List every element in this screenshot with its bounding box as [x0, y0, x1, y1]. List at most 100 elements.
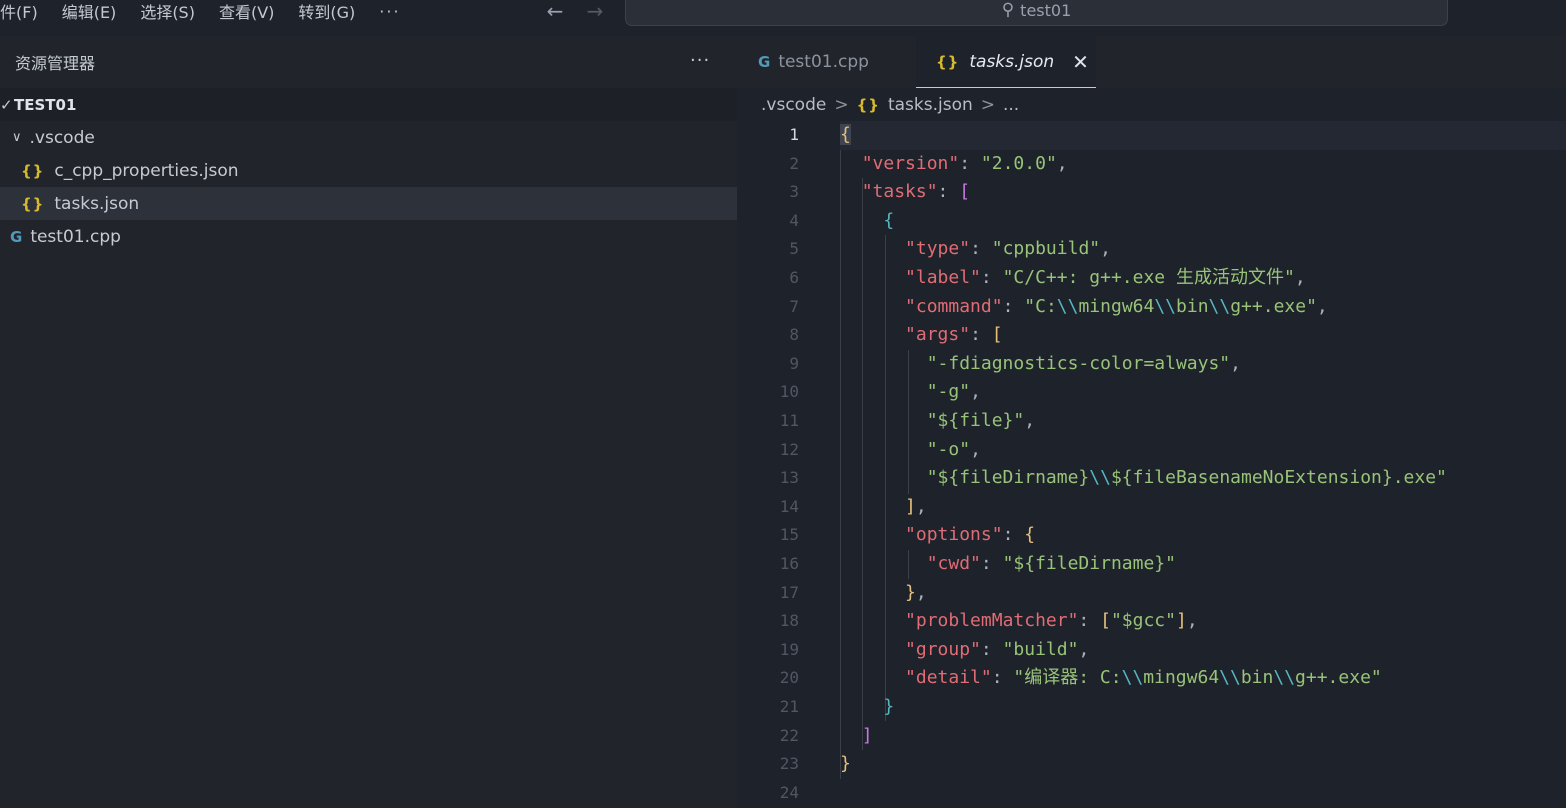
code-token: \\ [1154, 295, 1177, 317]
code-token: "2.0.0" [980, 152, 1057, 174]
code-line[interactable]: 18 "problemMatcher": ["$gcc"], [737, 607, 1566, 636]
code-line[interactable]: 21 } [737, 693, 1566, 722]
line-number: 11 [779, 411, 799, 430]
explorer-header: 资源管理器 ··· [0, 36, 737, 88]
line-number: 16 [779, 554, 799, 573]
code-token: : [1078, 610, 1101, 632]
explorer-title: 资源管理器 [15, 54, 96, 73]
code-text: "args": [ [840, 321, 1003, 350]
tree-item-label: tasks.json [54, 193, 140, 214]
code-line[interactable]: 2 "version": "2.0.0", [737, 150, 1566, 179]
code-token: [ [1100, 610, 1111, 632]
breadcrumb-symbol[interactable]: ... [1003, 95, 1019, 115]
line-number: 1 [789, 125, 799, 144]
code-token: "group" [905, 638, 981, 660]
code-line[interactable]: 15 "options": { [737, 521, 1566, 550]
line-number: 2 [789, 153, 799, 173]
code-line[interactable]: 22 ] [737, 722, 1566, 751]
command-center-search[interactable]: ⚲ test01 [625, 0, 1448, 26]
tree-item-test01-cpp[interactable]: G test01.cpp [0, 220, 737, 253]
menu-view[interactable]: 查看(V) [219, 0, 274, 23]
breadcrumb-folder[interactable]: .vscode [761, 95, 826, 115]
code-line[interactable]: 10 "-g", [737, 378, 1566, 407]
code-token: "cwd" [926, 553, 981, 574]
line-number: 3 [789, 182, 799, 202]
breadcrumb: .vscode > {} tasks.json > ... [737, 88, 1566, 121]
line-number: 14 [779, 496, 799, 516]
code-line[interactable]: 13 "${fileDirname}\\${fileBasenameNoExte… [737, 464, 1566, 493]
code-token: "tasks" [861, 181, 938, 203]
code-line[interactable]: 3 "tasks": [ [737, 178, 1566, 207]
code-text: "cwd": "${fileDirname}" [840, 550, 1176, 579]
code-token: , [915, 581, 927, 603]
json-file-icon: {} [936, 52, 960, 71]
code-line[interactable]: 16 "cwd": "${fileDirname}" [737, 550, 1566, 579]
code-line[interactable]: 20 "detail": "编译器: C:\\mingw64\\bin\\g++… [737, 664, 1566, 693]
breadcrumb-file[interactable]: tasks.json [888, 95, 973, 115]
code-token: , [1316, 295, 1328, 317]
line-number: 20 [779, 668, 799, 688]
code-line[interactable]: 11 "${file}", [737, 407, 1566, 436]
tree-item-c-cpp-properties[interactable]: {} c_cpp_properties.json [0, 154, 737, 187]
menu-bar: 件(F) 编辑(E) 选择(S) 查看(V) 转到(G) ··· [0, 0, 425, 23]
code-token: "编译器: C: [1013, 667, 1122, 689]
tab-tasks-json[interactable]: {} tasks.json ✕ [916, 36, 1096, 88]
code-token: "-o" [926, 438, 971, 460]
code-line[interactable]: 6 "label": "C/C++: g++.exe 生成活动文件", [737, 264, 1566, 293]
menu-more-icon[interactable]: ··· [379, 2, 400, 21]
code-line[interactable]: 19 "group": "build", [737, 636, 1566, 665]
workspace-root-folder[interactable]: ✓ TEST01 [0, 88, 737, 121]
code-line[interactable]: 9 "-fdiagnostics-color=always", [737, 350, 1566, 379]
code-editor[interactable]: 1{2 "version": "2.0.0", 3 "tasks": [4 {5 … [737, 121, 1566, 808]
code-line[interactable]: 8 "args": [ [737, 321, 1566, 350]
tree-item-tasks-json[interactable]: {} tasks.json [0, 187, 737, 220]
menu-selection[interactable]: 选择(S) [140, 0, 195, 23]
code-text: { [840, 121, 851, 150]
chevron-down-icon: ∨ [12, 130, 22, 145]
line-number: 18 [779, 611, 799, 631]
code-line[interactable]: 7 "command": "C:\\mingw64\\bin\\g++.exe"… [737, 293, 1566, 322]
code-line[interactable]: 5 "type": "cppbuild", [737, 235, 1566, 264]
code-token: g++.exe" [1230, 295, 1317, 317]
code-text: "-o", [840, 436, 981, 465]
code-line[interactable]: 1{ [737, 121, 1566, 150]
menu-go[interactable]: 转到(G) [298, 0, 355, 23]
workspace-root-label: TEST01 [14, 95, 77, 114]
code-line[interactable]: 17 }, [737, 579, 1566, 608]
code-line[interactable]: 23} [737, 750, 1566, 779]
code-text: } [840, 693, 894, 722]
code-line[interactable]: 14 ], [737, 493, 1566, 522]
menu-edit[interactable]: 编辑(E) [62, 0, 117, 23]
code-text: ], [840, 493, 927, 522]
code-token: : [980, 638, 1003, 660]
menu-file[interactable]: 件(F) [0, 0, 38, 23]
code-token: "command" [905, 295, 1003, 317]
code-token: \\ [1208, 295, 1231, 317]
arrow-right-icon[interactable]: → [581, 0, 609, 23]
code-token: "build" [1002, 638, 1079, 660]
code-text: "problemMatcher": ["$gcc"], [840, 607, 1198, 636]
tab-test01-cpp[interactable]: G test01.cpp [737, 36, 915, 88]
code-line[interactable]: 4 { [737, 207, 1566, 236]
code-line[interactable]: 24 [737, 779, 1566, 808]
code-token: , [1056, 152, 1068, 174]
code-line[interactable]: 12 "-o", [737, 436, 1566, 465]
close-icon[interactable]: ✕ [1072, 50, 1089, 74]
explorer-more-icon[interactable]: ··· [690, 50, 710, 71]
tree-item-vscode-folder[interactable]: ∨ .vscode [0, 121, 737, 154]
code-token: , [1024, 410, 1036, 431]
line-number: 10 [779, 382, 799, 402]
arrow-left-icon[interactable]: ← [541, 0, 569, 23]
